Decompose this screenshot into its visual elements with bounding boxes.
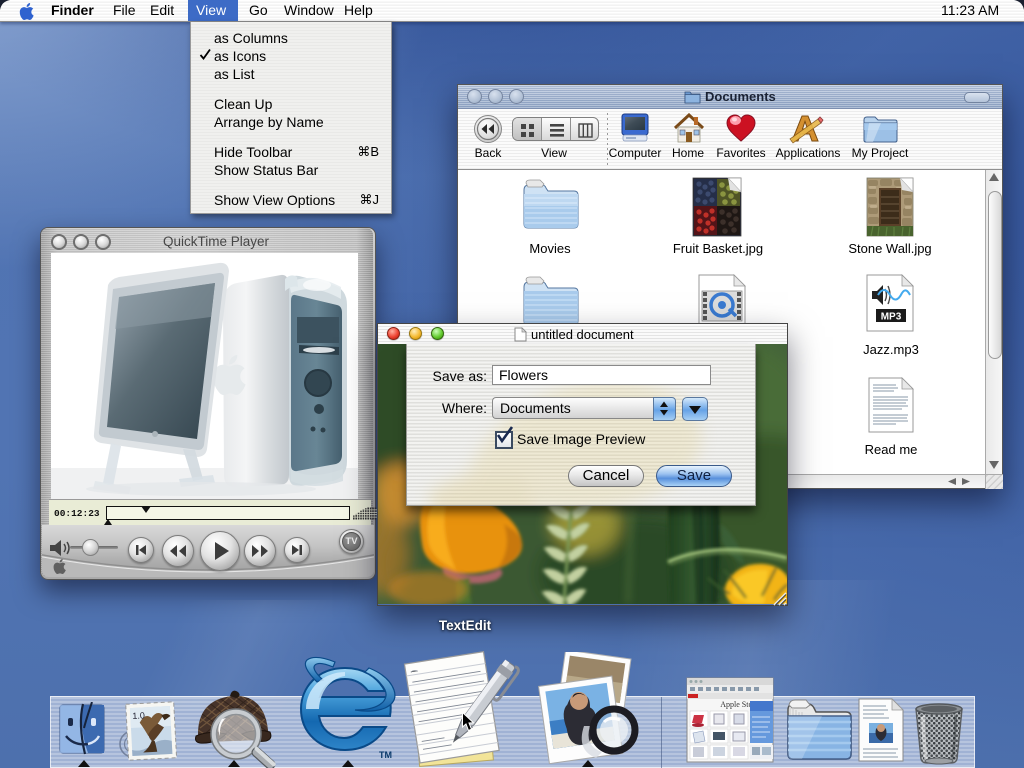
svg-text:1.0: 1.0: [132, 710, 145, 721]
svg-text:MP3: MP3: [881, 312, 902, 323]
svg-text:TM: TM: [379, 750, 392, 760]
